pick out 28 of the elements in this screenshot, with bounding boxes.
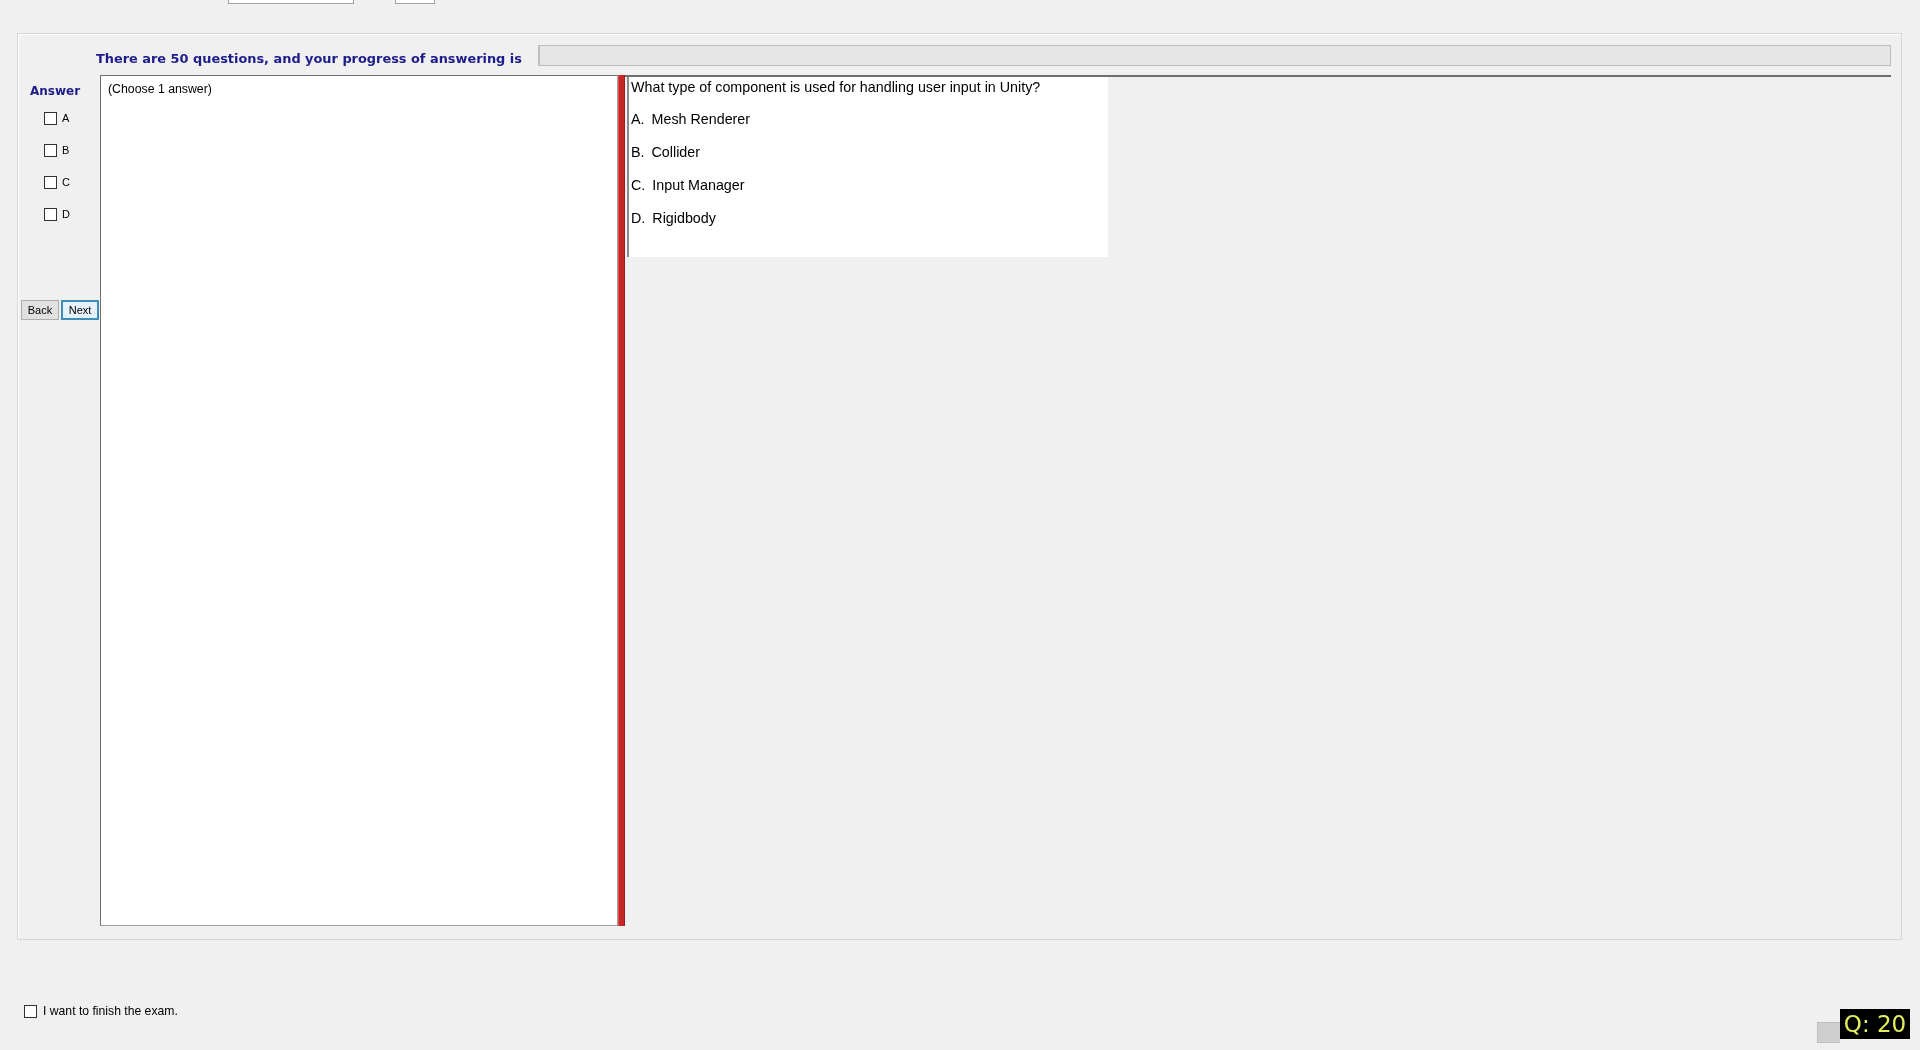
checkbox[interactable] bbox=[44, 143, 57, 157]
finish-label: I want to finish the exam. bbox=[43, 1003, 178, 1019]
back-button[interactable]: Back bbox=[21, 300, 59, 320]
option-label: A bbox=[62, 112, 70, 124]
next-button[interactable]: Next bbox=[61, 300, 99, 320]
answer-text-box[interactable]: (Choose 1 answer) bbox=[100, 75, 618, 926]
checkbox[interactable] bbox=[44, 207, 57, 221]
option-label: C bbox=[62, 176, 70, 188]
checkbox[interactable] bbox=[24, 1005, 37, 1018]
question-number-badge: Q: 20 bbox=[1840, 1009, 1910, 1039]
progress-text: There are 50 questions, and your progress of answering is bbox=[96, 51, 522, 66]
question-text: What type of component is used for handling user input in Unity? bbox=[631, 78, 1041, 97]
choice-text: Collider bbox=[651, 143, 700, 160]
input-field[interactable] bbox=[228, 0, 354, 4]
answer-title: Answer bbox=[30, 83, 81, 99]
choice-text: Rigidbody bbox=[652, 209, 716, 226]
spin-box[interactable] bbox=[395, 0, 435, 4]
checkbox[interactable] bbox=[44, 111, 57, 125]
option-label: D bbox=[62, 208, 70, 220]
option-label: B bbox=[62, 144, 70, 156]
choice-text: Input Manager bbox=[652, 176, 745, 193]
answer-note: (Choose 1 answer) bbox=[108, 81, 212, 97]
choice-letter: B. bbox=[631, 143, 645, 160]
choice-letter: D. bbox=[631, 209, 646, 226]
checkbox[interactable] bbox=[44, 175, 57, 189]
choice-letter: A. bbox=[631, 110, 645, 127]
choice-text: Mesh Renderer bbox=[651, 110, 751, 127]
choice-letter: C. bbox=[631, 176, 646, 193]
